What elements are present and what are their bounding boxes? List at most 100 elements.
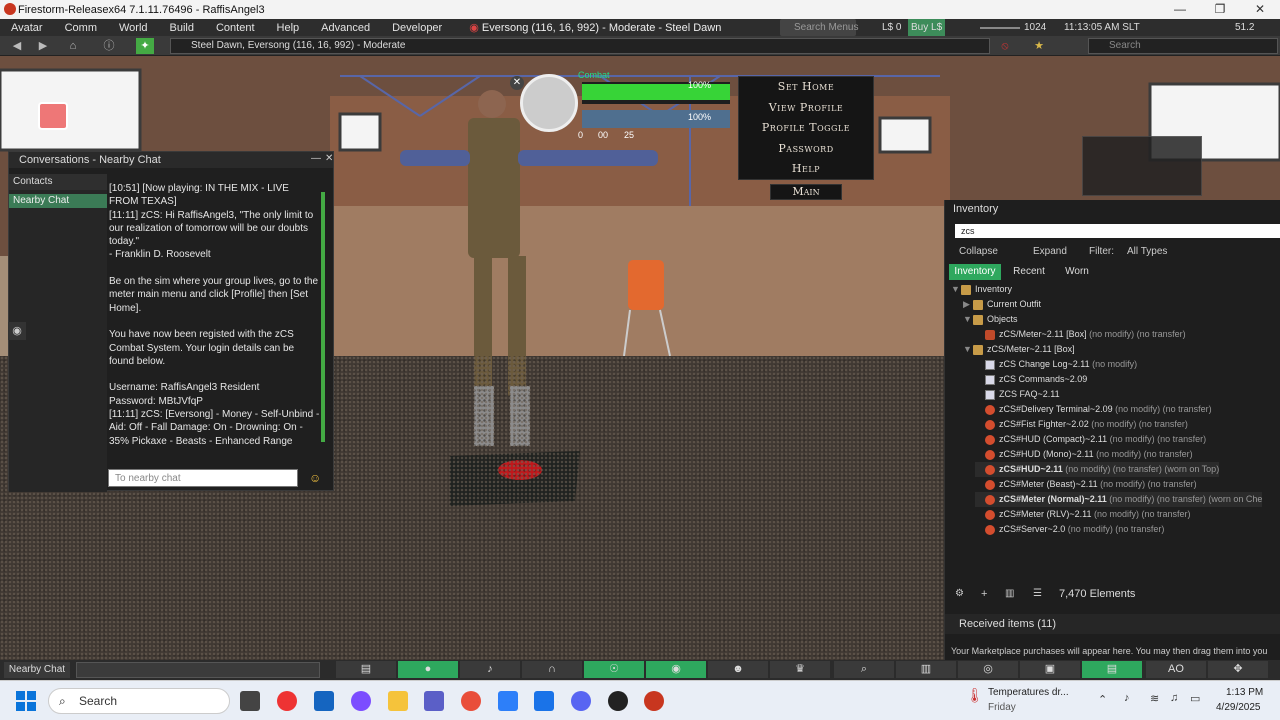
- inventory-item[interactable]: zCS#Server~2.0 (no modify) (no transfer): [975, 522, 1164, 537]
- received-items-header[interactable]: Received items (11): [945, 614, 1280, 634]
- inventory-item[interactable]: ▼ Inventory: [951, 282, 1012, 297]
- menu-build[interactable]: Build: [159, 22, 205, 34]
- chat-bubble-icon[interactable]: ●: [398, 661, 458, 678]
- maximize-button[interactable]: ❐: [1200, 0, 1240, 19]
- inventory-item[interactable]: ▶ Current Outfit: [963, 297, 1041, 312]
- inventory-item[interactable]: zCS#Meter (Normal)~2.11 (no modify) (no …: [975, 492, 1263, 507]
- main-menu-button[interactable]: Main: [770, 184, 842, 200]
- app-icon-blue[interactable]: [498, 691, 518, 711]
- inventory-item[interactable]: zCS#HUD (Compact)~2.11 (no modify) (no t…: [975, 432, 1206, 447]
- notes-icon[interactable]: ▤: [336, 661, 396, 678]
- contacts-tab[interactable]: Contacts: [9, 174, 107, 190]
- file-explorer-icon[interactable]: [388, 691, 408, 711]
- hud-close-icon[interactable]: ✕: [510, 76, 524, 90]
- camera-icon[interactable]: ▣: [1020, 661, 1080, 678]
- expand-arrow-icon[interactable]: ▶: [963, 297, 973, 312]
- view-eye-icon[interactable]: ◉: [646, 661, 706, 678]
- taskbar-search[interactable]: ⌕ Search: [48, 688, 230, 714]
- home-icon[interactable]: ⌂: [64, 38, 82, 54]
- minimap-shortcut-icon[interactable]: [38, 102, 68, 130]
- menu-content[interactable]: Content: [205, 22, 266, 34]
- view-profile-button[interactable]: View Profile: [739, 98, 873, 119]
- chat-minimize-icon[interactable]: —: [311, 153, 321, 164]
- location-input[interactable]: Steel Dawn, Eversong (116, 16, 992) - Mo…: [170, 38, 990, 54]
- inventory-icon[interactable]: ▤: [1082, 661, 1142, 678]
- menu-avatar[interactable]: Avatar: [0, 22, 54, 34]
- chrome-icon[interactable]: [277, 691, 297, 711]
- inventory-item[interactable]: zCS#HUD (Mono)~2.11 (no modify) (no tran…: [975, 447, 1193, 462]
- inventory-item[interactable]: ZCS FAQ~2.11: [975, 387, 1060, 402]
- expand-arrow-icon[interactable]: ▼: [963, 312, 973, 327]
- tab-inventory[interactable]: Inventory: [949, 264, 1001, 280]
- task-view-icon[interactable]: [240, 691, 260, 711]
- add-icon[interactable]: +: [981, 588, 987, 600]
- show-hidden-icons[interactable]: ⌃: [1098, 693, 1107, 706]
- info-icon[interactable]: ⓘ: [100, 38, 118, 54]
- tab-worn[interactable]: Worn: [1057, 264, 1097, 280]
- location-pin-icon[interactable]: ◉: [8, 322, 26, 340]
- discord-icon[interactable]: [571, 691, 591, 711]
- nearby-chat-input[interactable]: [76, 662, 320, 678]
- inventory-item[interactable]: ▼ zCS/Meter~2.11 [Box]: [963, 342, 1075, 357]
- teams-icon[interactable]: [424, 691, 444, 711]
- search-menus-field[interactable]: Search Menus: [780, 19, 858, 36]
- clock-date[interactable]: 4/29/2025: [1216, 702, 1261, 713]
- inventory-item[interactable]: zCS#Meter (Beast)~2.11 (no modify) (no t…: [975, 477, 1197, 492]
- people-icon[interactable]: ☻: [708, 661, 768, 678]
- battery-icon[interactable]: ▭: [1190, 692, 1200, 705]
- inventory-item[interactable]: zCS#Meter (RLV)~2.11 (no modify) (no tra…: [975, 507, 1190, 522]
- obs-icon[interactable]: [608, 691, 628, 711]
- expand-arrow-icon[interactable]: ▼: [963, 342, 973, 357]
- buy-currency-button[interactable]: Buy L$: [908, 19, 946, 36]
- map-button-icon[interactable]: ▥: [896, 661, 956, 678]
- weather-text[interactable]: Temperatures dr...: [988, 687, 1069, 698]
- inventory-filter-input[interactable]: zcs: [955, 224, 1280, 238]
- tab-recent[interactable]: Recent: [1009, 264, 1049, 280]
- nearby-chat-tab[interactable]: Nearby Chat: [9, 194, 107, 208]
- app-icon-fox[interactable]: [461, 691, 481, 711]
- close-button[interactable]: ✕: [1240, 0, 1280, 19]
- menu-help[interactable]: Help: [266, 22, 311, 34]
- inventory-item[interactable]: zCS#Delivery Terminal~2.09 (no modify) (…: [975, 402, 1212, 417]
- menu-advanced[interactable]: Advanced: [310, 22, 381, 34]
- list-view-icon[interactable]: ☰: [1033, 588, 1042, 599]
- app-icon-security[interactable]: [534, 691, 554, 711]
- hud-avatar-icon[interactable]: [520, 74, 578, 132]
- combat-hud[interactable]: ✕ Combat 100% 100% 0 00 25: [510, 70, 738, 146]
- favorite-star-icon[interactable]: ★: [1030, 38, 1048, 54]
- firestorm-taskbar-icon[interactable]: [644, 691, 664, 711]
- profile-toggle-button[interactable]: Profile Toggle: [739, 118, 873, 139]
- set-home-button[interactable]: Set Home: [739, 77, 873, 98]
- chat-scrollbar[interactable]: [321, 192, 325, 442]
- expand-arrow-icon[interactable]: ▼: [951, 282, 961, 297]
- chat-close-icon[interactable]: ✕: [325, 153, 333, 164]
- headphones-icon[interactable]: ∩: [522, 661, 582, 678]
- emoji-icon[interactable]: ☺: [309, 471, 321, 485]
- copilot-icon[interactable]: [351, 691, 371, 711]
- menubar-location[interactable]: ◉ Eversong (116, 16, 992) - Moderate - S…: [469, 21, 721, 34]
- inventory-item[interactable]: zCS Commands~2.09: [975, 372, 1087, 387]
- appearance-icon[interactable]: ♛: [770, 661, 830, 678]
- back-arrow-icon[interactable]: ◀: [8, 38, 26, 54]
- password-button[interactable]: Password: [739, 139, 873, 160]
- menu-developer[interactable]: Developer: [381, 22, 453, 34]
- inventory-item[interactable]: ▼ Objects: [963, 312, 1018, 327]
- panel-toggle-icon[interactable]: ▥: [1005, 588, 1014, 599]
- gear-icon[interactable]: ⚙: [955, 588, 964, 599]
- minimize-button[interactable]: —: [1160, 0, 1200, 19]
- volume-slider[interactable]: [980, 27, 1020, 29]
- inventory-item[interactable]: zCS Change Log~2.11 (no modify): [975, 357, 1137, 372]
- microphone-icon[interactable]: ♪: [460, 661, 520, 678]
- help-button[interactable]: Help: [739, 159, 873, 180]
- filter-type-select[interactable]: All Types: [1127, 246, 1167, 257]
- forward-arrow-icon[interactable]: ▶: [34, 38, 52, 54]
- map-icon[interactable]: ✦: [136, 38, 154, 54]
- camera-controls-panel[interactable]: [1082, 136, 1202, 196]
- walk-icon[interactable]: ☉: [584, 661, 644, 678]
- collapse-button[interactable]: Collapse: [959, 246, 998, 257]
- inventory-item[interactable]: zCS/Meter~2.11 [Box] (no modify) (no tra…: [975, 327, 1186, 342]
- windows-start-icon[interactable]: [16, 691, 36, 711]
- search-input[interactable]: Search: [1088, 38, 1278, 54]
- radar-icon[interactable]: ◎: [958, 661, 1018, 678]
- outlook-icon[interactable]: [314, 691, 334, 711]
